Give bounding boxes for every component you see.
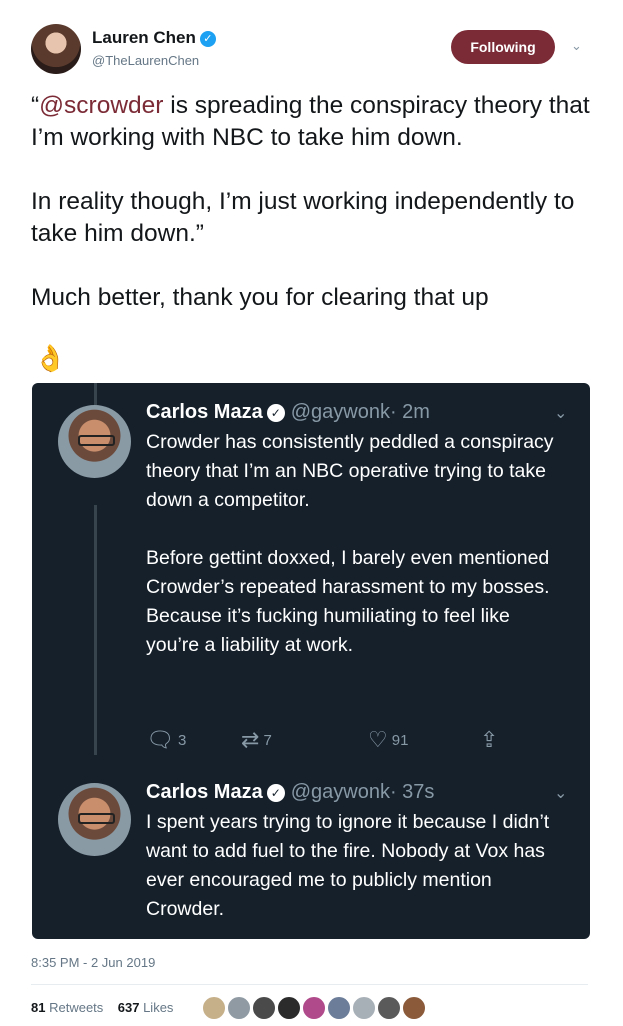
heart-icon: ♡	[368, 727, 388, 752]
reply-action: 🗨 3	[146, 727, 187, 752]
liker-avatar[interactable]	[226, 995, 252, 1021]
chevron-down-icon: ⌄	[554, 405, 568, 422]
retweet-icon: ⇄	[241, 727, 260, 752]
mention-link[interactable]: @scrowder	[39, 92, 163, 119]
liker-avatar[interactable]	[351, 995, 377, 1021]
liker-avatar[interactable]	[251, 995, 277, 1021]
liker-avatar[interactable]	[401, 995, 427, 1021]
retweet-action: ⇄ 7	[241, 727, 272, 752]
likes-stat[interactable]: 637 Likes	[118, 1000, 174, 1015]
liker-avatar[interactable]	[301, 995, 327, 1021]
retweets-stat[interactable]: 81 Retweets	[31, 1000, 103, 1015]
reply-icon: 🗨	[146, 727, 174, 752]
embed-action-bar: 🗨 3 ⇄ 7 ♡ 91 ⇪	[146, 729, 566, 753]
like-action: ♡ 91	[368, 727, 409, 752]
tweet-text: “@scrowder is spreading the conspiracy t…	[31, 92, 590, 311]
embed-avatar	[58, 405, 131, 478]
embed-avatar	[58, 783, 131, 856]
liker-avatars	[201, 995, 427, 1021]
divider	[31, 984, 588, 985]
tweet-timestamp[interactable]: 8:35 PM - 2 Jun 2019	[31, 955, 155, 970]
thread-line	[94, 505, 97, 755]
author-name[interactable]: Lauren Chen ✓	[92, 28, 216, 48]
share-icon: ⇪	[480, 727, 499, 752]
liker-avatar[interactable]	[201, 995, 227, 1021]
author-avatar[interactable]	[31, 24, 81, 74]
embed-tweet-header: Carlos Maza ✓ @gaywonk· 2m	[146, 401, 430, 423]
author-handle[interactable]: @TheLaurenChen	[92, 53, 199, 68]
tweet-stats: 81 Retweets 637 Likes	[31, 1000, 173, 1015]
embedded-screenshot: Carlos Maza ✓ @gaywonk· 2m ⌄ Crowder has c…	[32, 383, 590, 939]
verified-icon: ✓	[266, 404, 285, 422]
share-action: ⇪	[480, 729, 498, 751]
embed-tweet-text: I spent years trying to ignore it becaus…	[146, 811, 555, 920]
verified-icon: ✓	[266, 784, 285, 802]
embed-tweet-text: Crowder has consistently peddled a consp…	[146, 431, 554, 656]
liker-avatar[interactable]	[376, 995, 402, 1021]
following-button[interactable]: Following	[451, 30, 555, 64]
verified-icon: ✓	[199, 31, 216, 47]
author-name-text[interactable]: Lauren Chen	[92, 28, 196, 47]
ok-hand-emoji: 👌	[34, 343, 67, 373]
liker-avatar[interactable]	[276, 995, 302, 1021]
chevron-down-icon: ⌄	[554, 785, 568, 802]
embed-tweet-header: Carlos Maza ✓ @gaywonk· 37s	[146, 781, 435, 803]
liker-avatar[interactable]	[326, 995, 352, 1021]
chevron-down-icon[interactable]: ⌄	[571, 38, 585, 53]
